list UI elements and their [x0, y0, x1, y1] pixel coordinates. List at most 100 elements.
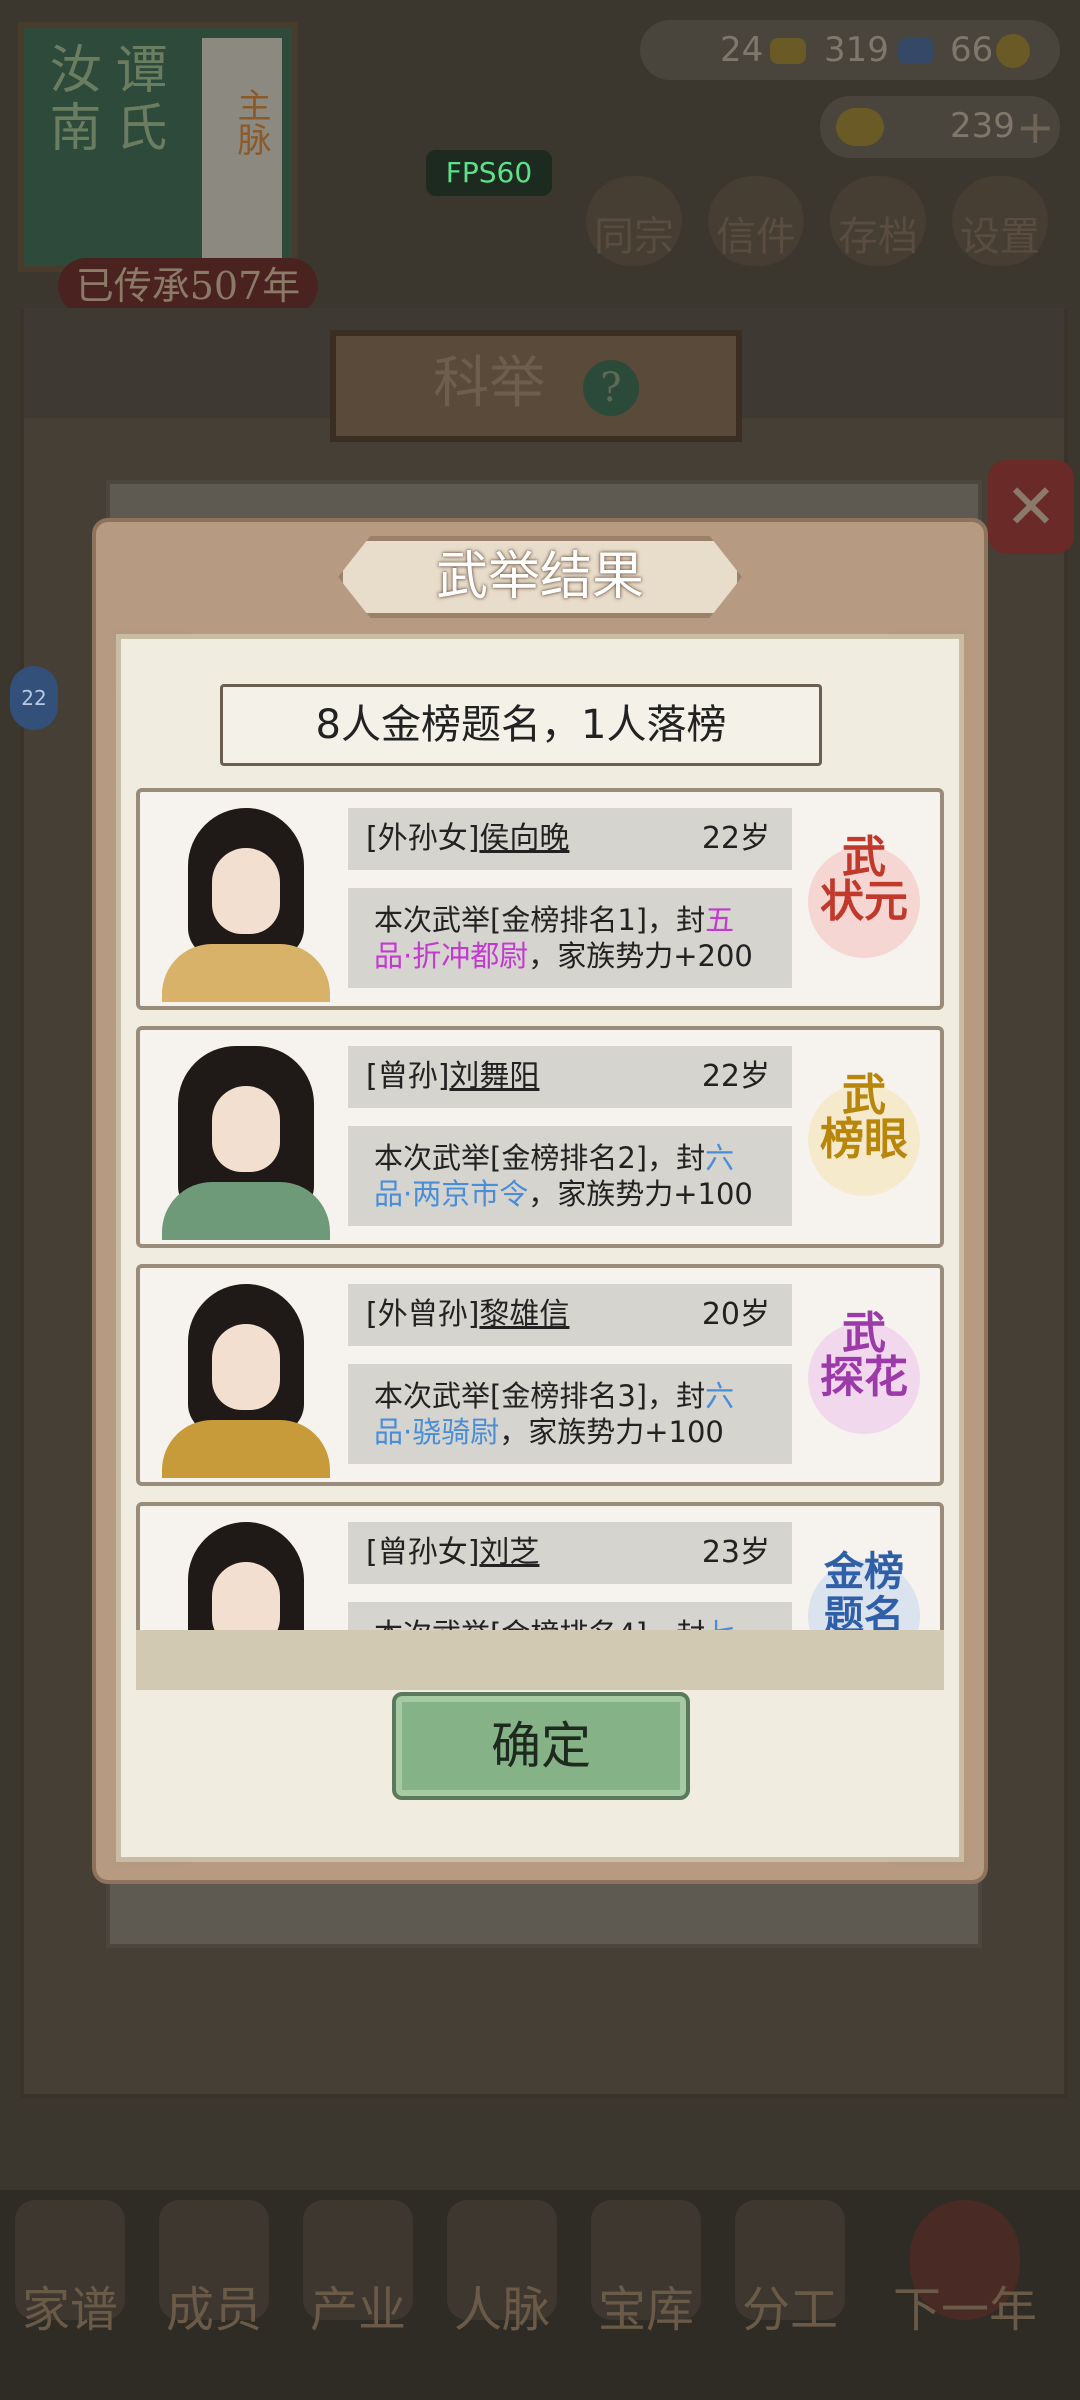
branch-seal: 主脉 — [231, 88, 271, 156]
desc-post: ，家族势力+100 — [499, 1415, 724, 1449]
result-card[interactable]: [曾孙女]刘芝 23岁 本次武举[金榜排名4]，封七 金榜 题名 — [136, 1502, 944, 1648]
nav-clan[interactable]: 同宗 — [574, 176, 694, 266]
rank-stamp: 武 探花 — [804, 1312, 924, 1442]
nav-genealogy[interactable]: 家谱 — [0, 2200, 140, 2340]
ingot-bar[interactable]: 239 + — [820, 96, 1060, 158]
nav-treasury-label: 宝库 — [597, 2282, 694, 2338]
member-age: 23岁 — [701, 1535, 770, 1570]
clan-surname: 谭氏 — [106, 42, 166, 158]
member-name-link[interactable]: 侯向晚 — [479, 821, 569, 856]
office-title-cont: 品·两京市令 — [374, 1177, 529, 1211]
rank-line1: 武 — [842, 1070, 886, 1121]
nav-settings-label: 设置 — [960, 214, 1040, 260]
office-title-cont: 品·骁骑尉 — [374, 1415, 500, 1449]
member-relation: [曾孙] — [366, 1059, 450, 1094]
dialog-title: 武举结果 — [338, 536, 742, 618]
result-card[interactable]: [曾孙]刘舞阳 22岁 本次武举[金榜排名2]，封六 品·两京市令，家族势力+1… — [136, 1026, 944, 1248]
nav-save[interactable]: 存档 — [818, 176, 938, 266]
corner-ornament — [111, 1802, 186, 1867]
nav-next-year[interactable]: 下一年 — [870, 2200, 1060, 2340]
corner-ornament — [894, 629, 969, 694]
member-name-link[interactable]: 刘芝 — [479, 1535, 539, 1570]
avatar-face — [212, 1324, 280, 1410]
member-age: 20岁 — [701, 1297, 770, 1332]
avatar — [148, 1274, 344, 1478]
corner-ornament — [111, 629, 186, 694]
result-description: 本次武举[金榜排名3]，封六 品·骁骑尉，家族势力+100 — [348, 1364, 792, 1464]
avatar-robe — [162, 944, 330, 1002]
member-name-row: [外孙女]侯向晚 22岁 — [348, 808, 792, 870]
nav-settings[interactable]: 设置 — [940, 176, 1060, 266]
member-name-link[interactable]: 刘舞阳 — [449, 1059, 539, 1094]
nav-members-label: 成员 — [165, 2282, 262, 2338]
resource-bar: 24 319 66 — [640, 20, 1060, 80]
list-bottom-fade — [136, 1630, 944, 1690]
close-icon[interactable]: ✕ — [988, 460, 1074, 554]
nav-industry-label: 产业 — [309, 2282, 406, 2338]
member-relation: [外孙女] — [366, 821, 480, 856]
heritage-years: 已传承507年 — [58, 258, 318, 314]
rank-line2: 状元 — [820, 876, 908, 927]
rank-line1: 武 — [842, 1308, 886, 1359]
avatar — [148, 1512, 344, 1648]
office-title: 六 — [705, 1141, 735, 1175]
member-age: 22岁 — [701, 821, 770, 856]
gold-bar-icon — [770, 38, 806, 64]
corner-ornament — [894, 1802, 969, 1867]
nav-genealogy-label: 家谱 — [21, 2282, 118, 2338]
resource-c: 66 — [950, 30, 994, 70]
fps-counter: FPS60 — [426, 150, 552, 196]
member-name-row: [曾孙女]刘芝 23岁 — [348, 1522, 792, 1584]
result-dialog: 武举结果 8人金榜题名，1人落榜 [外孙女]侯向晚 22岁 本次武举[金榜排名1… — [92, 518, 988, 1884]
ingot-icon — [836, 108, 884, 146]
clan-place: 汝南 — [40, 42, 100, 158]
member-name: [外曾孙]黎雄信 — [366, 1284, 569, 1346]
panel-title-text: 科举 — [433, 351, 546, 416]
clan-scroll: 汝南 谭氏 主脉 — [18, 22, 298, 272]
member-name-row: [外曾孙]黎雄信 20岁 — [348, 1284, 792, 1346]
resource-a: 24 — [720, 30, 764, 70]
plus-icon[interactable]: + — [1016, 100, 1055, 154]
desc-post: ，家族势力+100 — [528, 1177, 753, 1211]
rank-stamp: 武 状元 — [804, 836, 924, 966]
rank-line1: 金榜 — [824, 1548, 904, 1595]
member-relation: [外曾孙] — [366, 1297, 480, 1332]
side-badge[interactable]: 22 — [10, 666, 58, 730]
nav-network[interactable]: 人脉 — [432, 2200, 572, 2340]
results-list[interactable]: [外孙女]侯向晚 22岁 本次武举[金榜排名1]，封五 品·折冲都尉，家族势力+… — [136, 788, 944, 1648]
summary-text: 8人金榜题名，1人落榜 — [220, 684, 822, 766]
nav-network-label: 人脉 — [453, 2282, 550, 2338]
result-description: 本次武举[金榜排名1]，封五 品·折冲都尉，家族势力+200 — [348, 888, 792, 988]
nav-next-year-label: 下一年 — [892, 2282, 1037, 2338]
clan-banner[interactable]: 汝南 谭氏 主脉 已传承507年 — [18, 22, 318, 314]
member-relation: [曾孙女] — [366, 1535, 480, 1570]
member-age: 22岁 — [701, 1059, 770, 1094]
rank-line2: 探花 — [820, 1352, 908, 1403]
desc-post: ，家族势力+200 — [528, 939, 753, 973]
avatar-face — [212, 1086, 280, 1172]
nav-division[interactable]: 分工 — [720, 2200, 860, 2340]
result-card[interactable]: [外孙女]侯向晚 22岁 本次武举[金榜排名1]，封五 品·折冲都尉，家族势力+… — [136, 788, 944, 1010]
help-icon[interactable]: ? — [582, 359, 639, 416]
nav-division-label: 分工 — [741, 2282, 838, 2338]
panel-title: 科举 ? — [330, 330, 742, 442]
member-name-link[interactable]: 黎雄信 — [479, 1297, 569, 1332]
desc-pre: 本次武举[金榜排名2]，封 — [374, 1141, 706, 1175]
avatar-robe — [162, 1182, 330, 1240]
nav-members[interactable]: 成员 — [144, 2200, 284, 2340]
result-card[interactable]: [外曾孙]黎雄信 20岁 本次武举[金榜排名3]，封六 品·骁骑尉，家族势力+1… — [136, 1264, 944, 1486]
member-name-row: [曾孙]刘舞阳 22岁 — [348, 1046, 792, 1108]
nav-save-label: 存档 — [838, 214, 918, 260]
nav-clan-label: 同宗 — [594, 214, 674, 260]
nav-treasury[interactable]: 宝库 — [576, 2200, 716, 2340]
bottom-nav: 家谱 成员 产业 人脉 宝库 分工 下一年 — [0, 2190, 1080, 2400]
office-title: 五 — [705, 903, 735, 937]
nav-industry[interactable]: 产业 — [288, 2200, 428, 2340]
confirm-button[interactable]: 确定 — [392, 1692, 690, 1800]
office-title-cont: 品·折冲都尉 — [374, 939, 529, 973]
token-icon — [898, 38, 934, 64]
nav-letters[interactable]: 信件 — [696, 176, 816, 266]
member-name: [外孙女]侯向晚 — [366, 808, 569, 870]
avatar — [148, 1036, 344, 1240]
top-hud: 汝南 谭氏 主脉 已传承507年 24 319 66 239 + FPS60 同… — [0, 0, 1080, 314]
